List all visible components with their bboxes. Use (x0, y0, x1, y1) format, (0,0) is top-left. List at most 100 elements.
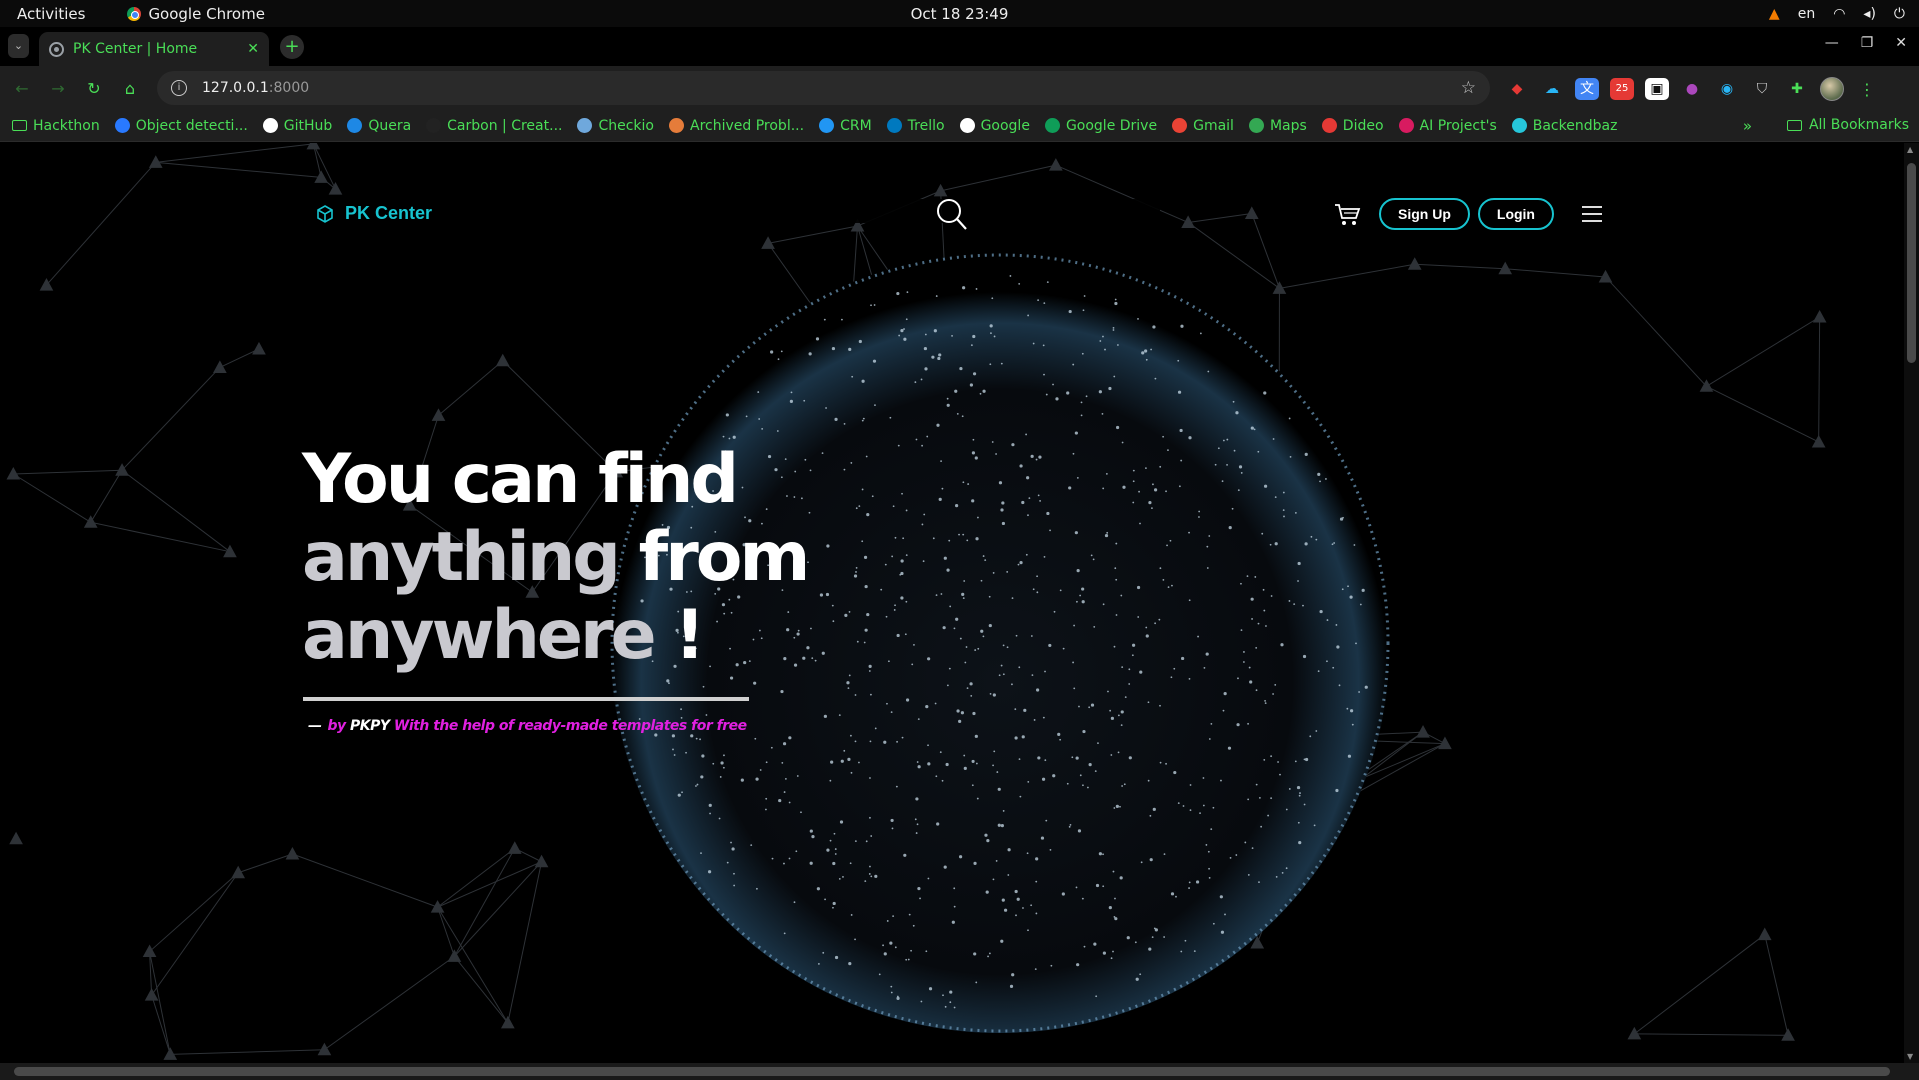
site-logo[interactable]: PK Center (315, 203, 432, 224)
folder-icon (12, 120, 27, 131)
bookmark-item[interactable]: AI Project's (1398, 118, 1497, 134)
tab-active[interactable]: PK Center | Home ✕ (39, 32, 269, 66)
language-indicator[interactable]: en (1798, 6, 1816, 22)
bookmark-item[interactable]: Google (959, 118, 1030, 134)
all-bookmarks-button[interactable]: All Bookmarks (1786, 117, 1909, 133)
bookmark-item[interactable]: Object detecti... (114, 118, 248, 134)
home-icon[interactable]: ⌂ (112, 79, 148, 98)
bookmark-item[interactable]: Carbon | Creat... (426, 118, 562, 134)
ai-icon (1398, 118, 1414, 133)
new-tab-button[interactable]: + (280, 35, 304, 59)
p-icon (114, 118, 130, 133)
bookmark-item[interactable]: Gmail (1172, 118, 1234, 134)
bookmark-item[interactable]: Archived Probl... (669, 118, 804, 134)
chrome-icon (127, 6, 142, 21)
login-button[interactable]: Login (1477, 198, 1554, 230)
tab-search-button[interactable]: ⌄ (8, 34, 29, 58)
bookmarks-bar: Hackthon Object detecti... GitHub Quera Carb… (0, 110, 1919, 142)
extensions-puzzle-icon[interactable]: ✚ (1785, 78, 1809, 100)
extensions-row: ◆ ☁ 文 25 ▣ ● ◉ ⛉ ✚ ⋮ (1505, 77, 1875, 101)
hero-heading: You can find anything from anywhere ! (302, 440, 811, 675)
extension-calendar-icon[interactable]: 25 (1610, 78, 1634, 100)
wifi-icon[interactable]: ◠ (1833, 6, 1845, 22)
logo-text: PK Center (345, 203, 433, 223)
restore-icon[interactable]: ❐ (1861, 35, 1874, 51)
url-text[interactable]: 127.0.0.1:8000 (202, 80, 309, 96)
profile-avatar[interactable] (1820, 77, 1844, 101)
tab-strip: ⌄ PK Center | Home ✕ + — ❐ ✕ (0, 27, 1919, 66)
tab-title: PK Center | Home (73, 41, 198, 57)
forward-icon[interactable]: → (40, 79, 76, 98)
maps-icon (1248, 118, 1264, 133)
search-icon[interactable] (936, 198, 968, 232)
hero-line-2-gray: anything (302, 518, 621, 597)
author-name: PKPY (350, 718, 390, 734)
github-icon (262, 118, 278, 133)
vlc-icon[interactable]: ▲ (1769, 6, 1780, 22)
trello-icon (886, 118, 902, 133)
bookmark-item[interactable]: GitHub (262, 118, 332, 134)
vertical-scroll-thumb[interactable] (1907, 163, 1916, 363)
bookmark-star-icon[interactable]: ☆ (1461, 78, 1476, 98)
browser-toolbar: ← → ↻ ⌂ i 127.0.0.1:8000 ☆ ◆ ☁ 文 25 ▣ ● … (0, 66, 1919, 110)
bookmark-item[interactable]: Backendbaz (1511, 118, 1617, 134)
cube-icon (317, 204, 333, 223)
backendbaz-icon (1511, 118, 1527, 133)
back-icon[interactable]: ← (4, 79, 40, 98)
extension-brain-icon[interactable]: ● (1680, 78, 1704, 100)
hero-divider (303, 697, 749, 701)
checkio-icon (577, 118, 593, 133)
bookmark-item[interactable]: CRM (819, 118, 872, 134)
window-controls: — ❐ ✕ (1825, 35, 1907, 51)
hero-byline: — by PKPY With the help of ready-made tem… (308, 718, 747, 734)
cart-icon[interactable] (1333, 200, 1361, 228)
extension-edge-icon[interactable]: ◉ (1715, 78, 1739, 100)
extension-cloud-icon[interactable]: ☁ (1540, 78, 1564, 100)
bookmark-item[interactable]: Trello (886, 118, 945, 134)
hero-line-3-gray: anywhere (302, 596, 657, 675)
page-viewport: PK Center Sign Up Login You can find any… (0, 143, 1904, 1063)
hero-line-2-white: from (617, 518, 811, 597)
bookmark-item[interactable]: Hackthon (12, 118, 100, 134)
site-info-icon[interactable]: i (171, 80, 187, 96)
bookmark-item[interactable]: Dideo (1321, 118, 1384, 134)
pe-icon (669, 118, 684, 133)
dideo-icon (1321, 118, 1337, 133)
vertical-scrollbar[interactable]: ▲ ▼ (1904, 143, 1919, 1063)
bookmark-item[interactable]: Quera (347, 118, 411, 134)
activities-button[interactable]: Activities (17, 5, 85, 23)
signup-button[interactable]: Sign Up (1379, 198, 1470, 230)
horizontal-scroll-thumb[interactable] (14, 1067, 1890, 1076)
app-menu[interactable]: Google Chrome (127, 5, 265, 23)
extension-translate-icon[interactable]: 文 (1575, 78, 1599, 100)
extension-red-icon[interactable]: ◆ (1505, 78, 1529, 100)
system-tray[interactable]: ▲ en ◠ ◂) ⏻ (1769, 6, 1905, 22)
extension-docs-icon[interactable]: ▣ (1645, 78, 1669, 100)
volume-icon[interactable]: ◂) (1863, 6, 1876, 22)
system-top-bar: Activities Google Chrome Oct 18 23:49 ▲ … (0, 0, 1919, 27)
hero-line-1: You can find (302, 440, 739, 519)
power-icon[interactable]: ⏻ (1894, 6, 1905, 22)
google-icon (959, 118, 975, 133)
address-bar[interactable]: i 127.0.0.1:8000 ☆ (157, 71, 1490, 105)
header-actions: Sign Up Login (1333, 198, 1602, 230)
horizontal-scrollbar[interactable] (0, 1063, 1919, 1080)
bookmark-item[interactable]: Google Drive (1044, 118, 1157, 134)
bookmarks-overflow-icon[interactable]: » (1743, 117, 1752, 135)
bookmark-item[interactable]: Checkio (577, 118, 654, 134)
drive-icon (1044, 118, 1060, 133)
reload-icon[interactable]: ↻ (76, 79, 112, 98)
clock[interactable]: Oct 18 23:49 (911, 5, 1009, 23)
close-window-icon[interactable]: ✕ (1895, 35, 1907, 51)
gmail-icon (1172, 118, 1188, 133)
tab-close-icon[interactable]: ✕ (247, 41, 259, 57)
app-name: Google Chrome (148, 4, 265, 23)
minimize-icon[interactable]: — (1825, 35, 1839, 51)
extension-shield-icon[interactable]: ⛉ (1750, 78, 1774, 100)
folder-icon (1786, 119, 1802, 131)
hamburger-menu-icon[interactable] (1582, 206, 1602, 222)
bookmark-item[interactable]: Maps (1248, 118, 1307, 134)
quera-icon (347, 118, 363, 133)
chrome-menu-icon[interactable]: ⋮ (1859, 80, 1875, 99)
favicon-globe-icon (49, 41, 64, 57)
